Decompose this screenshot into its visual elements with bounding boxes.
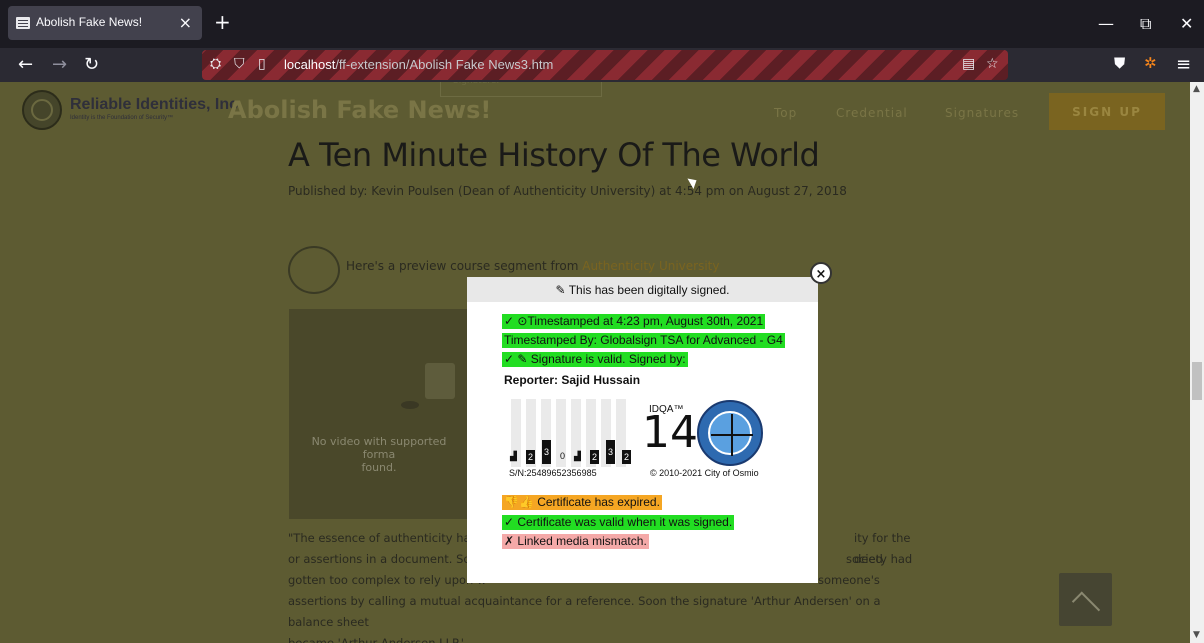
thumb-icon: ▟ <box>510 451 517 461</box>
nav-bar: ← → ↻ ⛭ ⛉ ▯ localhost/ff-extension/Aboli… <box>0 48 1204 82</box>
issuer-copyright: © 2010-2021 City of Osmio <box>650 468 759 478</box>
para-line: became 'Arthur Andersen LLP.' <box>288 636 464 643</box>
signature-modal: ✎ This has been digitally signed. ✓ ⊙Tim… <box>467 277 818 583</box>
url-host: localhost <box>284 57 336 72</box>
nav-credential[interactable]: Credential <box>836 106 908 120</box>
url-path: /ff-extension/Abolish Fake News3.htm <box>335 57 554 72</box>
brand-tagline: Identity is the Foundation of Security™ <box>70 115 174 121</box>
signer-name: Reporter: Sajid Hussain <box>504 373 641 387</box>
tab-close-icon[interactable]: × <box>179 13 192 32</box>
extension-fox-icon[interactable]: ✲ <box>1144 54 1157 72</box>
shield-icon[interactable]: ⛉ <box>234 56 245 72</box>
back-icon[interactable]: ← <box>18 54 33 75</box>
certificate-expired-status: 👎👍 Certificate has expired. <box>502 495 662 510</box>
pocket-icon[interactable]: ⛊ <box>1114 54 1125 72</box>
nav-signatures[interactable]: Signatures <box>945 106 1019 120</box>
page-info-icon[interactable]: ▯ <box>258 56 266 72</box>
certificate-valid-when-signed-status: ✓ Certificate was valid when it was sign… <box>502 515 735 530</box>
signature-tooltip-fragment: Signature. <box>440 82 602 97</box>
video-player[interactable]: No video with supported forma found. <box>289 309 469 519</box>
page-scrollbar[interactable]: ▲ ▼ <box>1190 82 1204 643</box>
para-line: assertions by calling a mutual acquainta… <box>288 594 881 629</box>
close-window-icon[interactable]: ✕ <box>1180 14 1193 33</box>
robot-icon: ⛭ <box>210 56 222 72</box>
timestamp-status: ✓ ⊙Timestamped at 4:23 pm, August 30th, … <box>502 314 766 329</box>
brand-name[interactable]: Reliable Identities, Inc. <box>70 96 243 114</box>
url-bar[interactable]: ⛭ ⛉ ▯ localhost/ff-extension/Abolish Fak… <box>202 50 1008 80</box>
sign-up-button[interactable]: SIGN UP <box>1049 93 1165 130</box>
tab-title: Abolish Fake News! <box>36 15 143 29</box>
restore-icon[interactable]: ⧉ <box>1140 14 1151 34</box>
reload-icon[interactable]: ↻ <box>84 54 99 75</box>
digit-box: 2 <box>590 450 599 464</box>
bookmark-star-icon[interactable]: ☆ <box>986 56 999 72</box>
preview-label: Here's a preview course segment from <box>346 259 583 273</box>
digit-box: 3 <box>542 440 551 464</box>
modal-header: ✎ This has been digitally signed. <box>467 277 818 302</box>
broken-file-icon <box>425 363 455 399</box>
scroll-to-top-button[interactable] <box>1059 573 1112 626</box>
scroll-down-icon[interactable]: ▼ <box>1193 630 1200 640</box>
digit-box: 0 <box>560 451 566 461</box>
digit-box: 2 <box>526 450 535 464</box>
url-text[interactable]: localhost/ff-extension/Abolish Fake News… <box>284 57 553 72</box>
city-of-osmio-seal-icon <box>697 400 763 466</box>
menu-icon[interactable]: ≡ <box>1176 54 1191 75</box>
video-placeholder-icon <box>401 401 419 409</box>
signature-valid-status: ✓ ✎ Signature is valid. Signed by: <box>502 352 688 367</box>
preview-text: Here's a preview course segment from Aut… <box>346 259 719 273</box>
nav-top[interactable]: Top <box>774 106 797 120</box>
minimize-icon[interactable]: — <box>1098 14 1114 33</box>
page-icon <box>16 17 30 29</box>
tab-bar: Abolish Fake News! × + — ⧉ ✕ <box>0 0 1204 48</box>
scroll-up-icon[interactable]: ▲ <box>1193 84 1200 94</box>
forward-icon[interactable]: → <box>52 54 67 75</box>
reader-view-icon[interactable]: ▤ <box>962 56 975 72</box>
digit-box: 2 <box>622 450 631 464</box>
thumb-icon: ▟ <box>574 451 581 461</box>
new-tab-button[interactable]: + <box>214 12 231 32</box>
serial-number: S/N:25489652356985 <box>509 468 597 478</box>
university-seal-icon <box>288 246 340 294</box>
article-headline: A Ten Minute History Of The World <box>288 136 820 174</box>
idqa-score: 14 <box>642 407 698 458</box>
video-error-message: No video with supported forma found. <box>311 435 447 474</box>
site-title[interactable]: Abolish Fake News! <box>228 96 491 124</box>
scrollbar-thumb[interactable] <box>1192 362 1202 400</box>
company-seal-logo <box>22 90 62 130</box>
timestamp-authority: Timestamped By: Globalsign TSA for Advan… <box>502 333 785 348</box>
article-byline: Published by: Kevin Poulsen (Dean of Aut… <box>288 184 847 198</box>
browser-tab[interactable]: Abolish Fake News! × <box>8 6 202 40</box>
modal-close-button[interactable]: × <box>810 262 832 284</box>
authenticity-university-link[interactable]: Authenticity University <box>582 259 719 273</box>
media-mismatch-status: ✗ Linked media mismatch. <box>502 534 649 549</box>
digit-box: 3 <box>606 440 615 464</box>
